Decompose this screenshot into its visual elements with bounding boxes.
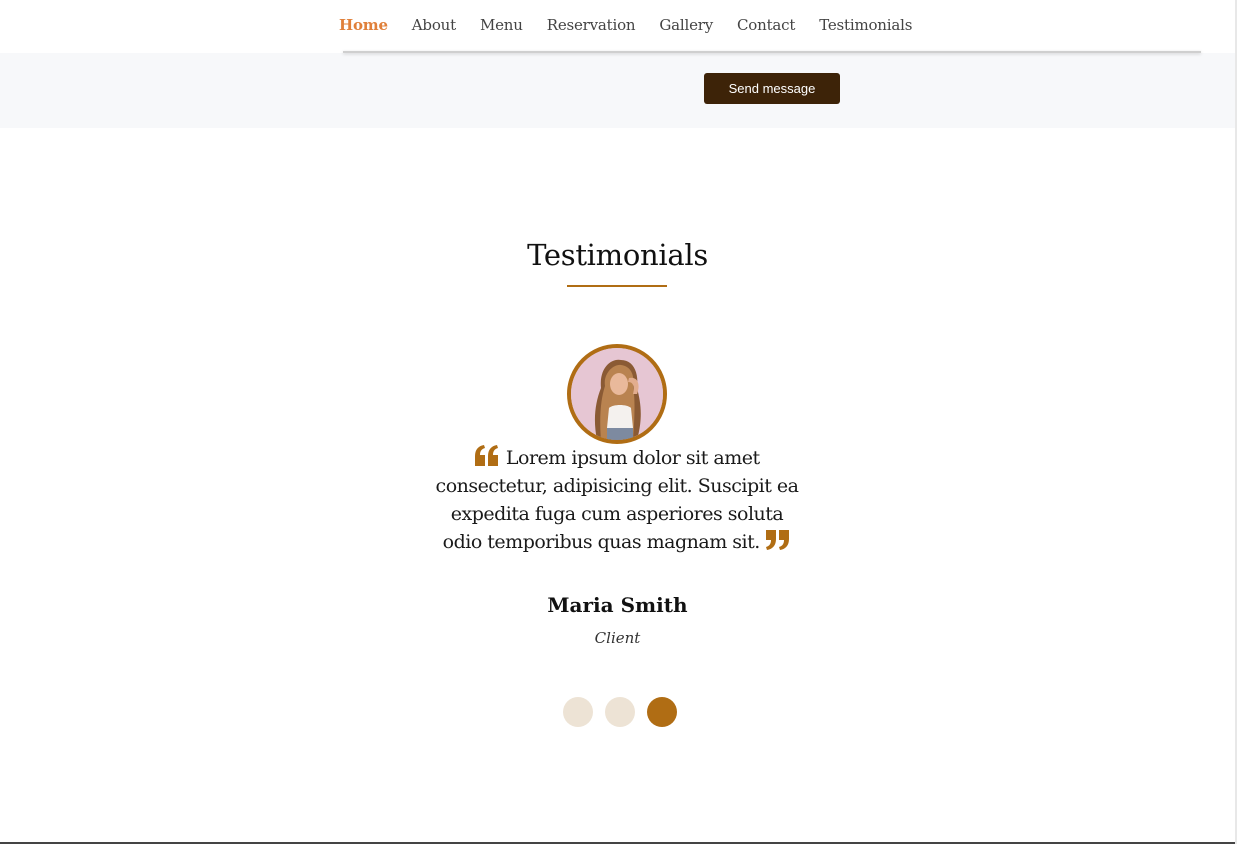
navbar-shadow xyxy=(343,51,1201,53)
top-navbar: Home About Menu Reservation Gallery Cont… xyxy=(0,0,1235,53)
nav-reservation[interactable]: Reservation xyxy=(547,16,636,34)
nav-testimonials[interactable]: Testimonials xyxy=(819,16,912,34)
nav-menu[interactable]: Menu xyxy=(480,16,523,34)
quote-left-icon xyxy=(474,445,500,467)
nav-list: Home About Menu Reservation Gallery Cont… xyxy=(339,15,936,34)
title-underline xyxy=(567,285,667,287)
testimonial-quote: Lorem ipsum dolor sit amet consectetur, … xyxy=(430,444,804,556)
carousel-dot-1[interactable] xyxy=(563,697,593,727)
nav-home[interactable]: Home xyxy=(339,16,388,34)
carousel-dot-2[interactable] xyxy=(605,697,635,727)
contact-section: Send message xyxy=(0,53,1235,128)
nav-about[interactable]: About xyxy=(412,16,456,34)
quote-right-icon xyxy=(765,529,791,551)
carousel-indicators xyxy=(563,697,689,727)
nav-gallery[interactable]: Gallery xyxy=(659,16,713,34)
nav-contact[interactable]: Contact xyxy=(737,16,795,34)
carousel-dot-3[interactable] xyxy=(647,697,677,727)
avatar xyxy=(567,344,667,444)
send-message-button[interactable]: Send message xyxy=(704,73,840,104)
client-role: Client xyxy=(594,629,641,647)
avatar-photo xyxy=(571,348,663,440)
client-name: Maria Smith xyxy=(547,593,688,617)
section-title: Testimonials xyxy=(527,238,708,272)
